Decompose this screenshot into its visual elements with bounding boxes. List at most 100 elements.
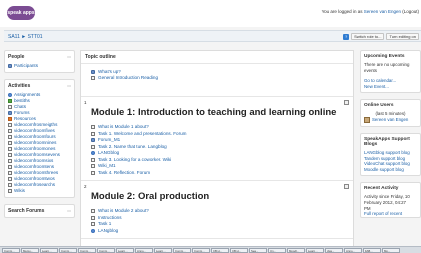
- taskbar-window-button[interactable]: Un...: [268, 248, 286, 253]
- taskbar-window-button[interactable]: CB.H...: [211, 248, 229, 253]
- taskbar-window-button[interactable]: Learn...: [40, 248, 58, 253]
- page-icon: [91, 170, 95, 175]
- taskbar-window-button[interactable]: Comm...: [97, 248, 115, 253]
- taskbar-window-button[interactable]: Learn...: [116, 248, 134, 253]
- activity-label: General Introduction Reading: [98, 75, 159, 80]
- switch-role-select[interactable]: Switch role to...: [351, 33, 385, 40]
- chat-icon: [8, 105, 12, 109]
- taskbar-window-button[interactable]: Sea...: [249, 248, 267, 253]
- right-column: Upcoming Events There are no upcoming ev…: [360, 50, 421, 224]
- collapse-toggle-icon[interactable]: ▭: [67, 54, 71, 60]
- full-report-link[interactable]: Full report of recent: [361, 211, 420, 217]
- taskbar-window-button[interactable]: Comm...: [2, 248, 20, 253]
- recent-activity-block: Recent Activity Activity since Friday, 1…: [360, 182, 421, 218]
- logged-in-user-link[interactable]: Sereen van Engen: [364, 9, 401, 14]
- participants-label: Participants: [14, 63, 39, 68]
- page-icon: [91, 76, 95, 80]
- course-content: Topic outline What's up? General Introduc…: [80, 50, 354, 253]
- taskbar-window-button[interactable]: Mo...: [382, 248, 400, 253]
- assignment-icon: [8, 93, 12, 97]
- left-column: People ▭ Participants Activities ▭ Assig…: [4, 50, 75, 224]
- section-toggle-icon[interactable]: [344, 100, 349, 105]
- collapse-toggle-icon[interactable]: ▭: [67, 208, 71, 214]
- forum-icon: [91, 70, 95, 74]
- taskbar-window-button[interactable]: FAB...: [363, 248, 381, 253]
- activities-block-title: Activities: [8, 83, 31, 89]
- forum-icon: [91, 138, 95, 143]
- activity-link[interactable]: General Introduction Reading: [91, 75, 343, 81]
- activity-link[interactable]: LANgblog: [91, 228, 343, 235]
- people-block-title: People: [8, 54, 25, 60]
- intro-section: What's up? General Introduction Reading: [81, 64, 353, 97]
- collapse-toggle-icon[interactable]: ▭: [67, 83, 71, 89]
- new-event-link[interactable]: New Event...: [361, 84, 420, 93]
- video-icon: [8, 165, 12, 169]
- turn-editing-on-button[interactable]: Turn editing on: [386, 33, 419, 40]
- page-icon: [91, 215, 95, 220]
- section-toggle-icon[interactable]: [344, 184, 349, 189]
- taskbar-window-button[interactable]: Comm...: [78, 248, 96, 253]
- forum-icon: [8, 111, 12, 115]
- help-icon[interactable]: ?: [343, 33, 350, 40]
- online-users-block: Online Users (last 5 minutes) Sereen van…: [360, 99, 421, 127]
- people-block: People ▭ Participants: [4, 50, 75, 73]
- video-icon: [8, 135, 12, 139]
- online-user-item[interactable]: Sereen van Engen: [361, 116, 420, 126]
- speakapps-logo[interactable]: speak apps: [7, 6, 35, 20]
- page-header: speak apps You are logged in as Sereen v…: [0, 0, 421, 27]
- taskbar-window-button[interactable]: Learn...: [306, 248, 324, 253]
- page-icon: [91, 131, 95, 136]
- taskbar-window-button[interactable]: Moodl...: [287, 248, 305, 253]
- support-links: LANGblog support blog Tandem support blog…: [361, 150, 420, 175]
- taskbar-window-button[interactable]: Learn...: [154, 248, 172, 253]
- video-icon: [8, 177, 12, 181]
- participants-icon: [8, 64, 12, 68]
- video-icon: [8, 183, 12, 187]
- video-icon: [8, 153, 12, 157]
- os-taskbar: Comm... Memo... Learn... Comm... Comm... Comm…: [0, 246, 421, 253]
- online-user-name: Sereen van Engen: [372, 117, 409, 123]
- support-blog-link[interactable]: Moodle support blog: [361, 167, 420, 173]
- taskbar-window-button[interactable]: Anno...: [344, 248, 362, 253]
- topic-outline-title: Topic outline: [81, 51, 353, 64]
- wiki-icon: [91, 164, 95, 169]
- activity-type-link[interactable]: Wikis: [8, 188, 71, 194]
- login-prefix: You are logged in as: [321, 9, 364, 14]
- taskbar-window-button[interactable]: clas...: [325, 248, 343, 253]
- online-users-title: Online Users: [364, 103, 394, 109]
- video-icon: [8, 171, 12, 175]
- langblog-icon: [91, 151, 95, 156]
- langblog-icon: [91, 228, 95, 233]
- speakapps-support-title: SpeakApps Support Blogs: [364, 136, 410, 147]
- wiki-icon: [8, 189, 12, 193]
- taskbar-window-button[interactable]: Memo...: [21, 248, 39, 253]
- search-forums-block: Search Forums ▭: [4, 204, 75, 218]
- taskbar-window-button[interactable]: Comm...: [173, 248, 191, 253]
- taskbar-window-button[interactable]: Anno...: [135, 248, 153, 253]
- page-icon: [91, 209, 95, 214]
- video-icon: [8, 147, 12, 151]
- upcoming-events-block: Upcoming Events There are no upcoming ev…: [360, 50, 421, 94]
- activity-type-label: Wikis: [14, 188, 25, 193]
- upcoming-events-title: Upcoming Events: [364, 54, 405, 59]
- taskbar-window-button[interactable]: CB.H...: [230, 248, 248, 253]
- activity-label: LANgblog: [98, 227, 119, 233]
- course-section: 1 Module 1: Introduction to teaching and …: [81, 97, 353, 181]
- participants-link[interactable]: Participants: [8, 63, 71, 69]
- section-number: 1: [84, 100, 87, 105]
- activities-list: Assignments bestiths Chats Forums Resources v…: [5, 92, 74, 197]
- video-icon: [8, 159, 12, 163]
- video-icon: [8, 129, 12, 133]
- avatar: [364, 116, 370, 123]
- page-icon: [91, 157, 95, 162]
- video-icon: [8, 123, 12, 127]
- navigation-bar: SA11 ► STT01 ? Switch role to... Turn ed…: [4, 30, 421, 42]
- taskbar-window-button[interactable]: Comm...: [192, 248, 210, 253]
- activity-link[interactable]: Task 4. Reflection. Forum: [91, 170, 343, 177]
- taskbar-window-button[interactable]: Comm...: [59, 248, 77, 253]
- logout-link[interactable]: (Logout): [401, 9, 419, 14]
- breadcrumb[interactable]: SA11 ► STT01: [8, 34, 43, 40]
- page-icon: [91, 222, 95, 227]
- course-section: 2 Module 2: Oral production What is Module…: [81, 181, 353, 239]
- login-info: You are logged in as Sereen van Engen (L…: [322, 9, 419, 14]
